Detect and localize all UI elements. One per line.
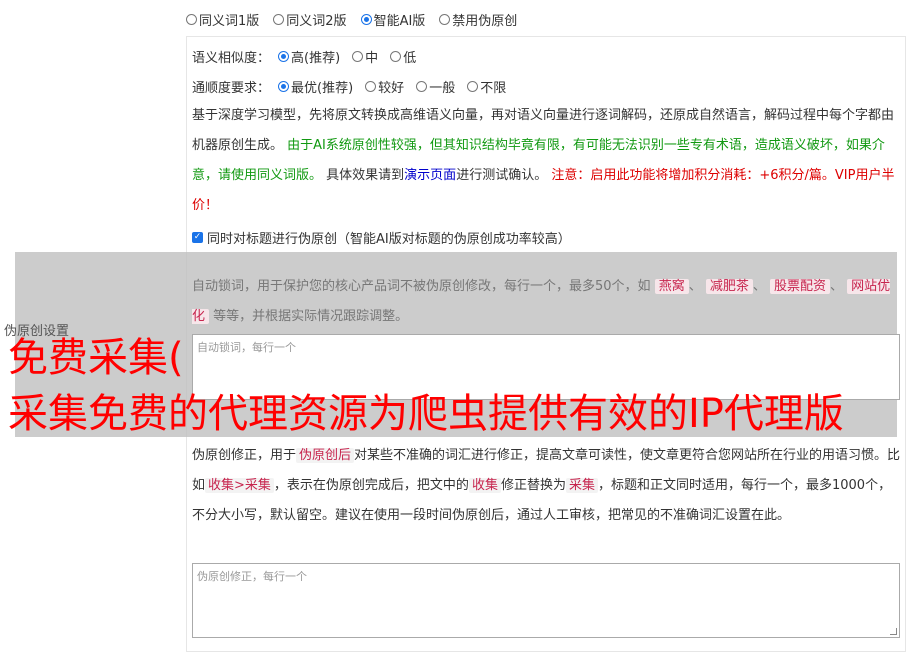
version-option-label: 同义词2版 <box>286 14 347 29</box>
similarity-label: 语义相似度： <box>192 51 271 66</box>
version-option-ai[interactable]: 智能AI版 <box>360 10 426 29</box>
correction-text: 修正替换为 <box>500 478 566 493</box>
fluency-option-normal[interactable]: 一般 <box>416 77 455 96</box>
correction-placeholder: 伪原创修正，每行一个 <box>197 570 307 583</box>
lock-words-text: 等等，并根据实际情况跟踪调整。 <box>213 309 409 324</box>
resize-handle-icon[interactable] <box>890 628 897 635</box>
demo-page-link[interactable]: 演示页面 <box>404 168 456 183</box>
lock-words-text: 自动锁词，用于保护您的核心产品词不被伪原创修改，每行一个，最多50个，如 <box>192 279 651 294</box>
code-tag: 采集 <box>565 478 598 493</box>
similarity-option-low[interactable]: 低 <box>390 47 416 66</box>
example-tag: 减肥茶 <box>705 279 753 294</box>
correction-text: 伪原创修正，用于 <box>192 448 297 463</box>
version-option-label: 智能AI版 <box>373 14 426 29</box>
version-option-synonym-2[interactable]: 同义词2版 <box>273 10 347 29</box>
correction-text: ，表示在伪原创完成后，把文中的 <box>273 478 469 493</box>
radio-selected-icon[interactable] <box>278 51 290 62</box>
radio-selected-icon[interactable] <box>278 81 290 92</box>
description-text: 具体效果请到 <box>326 168 405 183</box>
correction-input[interactable]: 伪原创修正，每行一个 <box>192 563 900 638</box>
option-label: 中 <box>365 51 379 66</box>
radio-icon[interactable] <box>467 81 479 92</box>
version-option-label: 同义词1版 <box>199 14 260 29</box>
radio-icon[interactable] <box>390 51 402 62</box>
fluency-label: 通顺度要求： <box>192 81 271 96</box>
radio-selected-icon[interactable] <box>360 14 372 25</box>
description-text: 进行测试确认。 <box>456 168 548 183</box>
fluency-option-good[interactable]: 较好 <box>365 77 404 96</box>
option-label: 最优(推荐) <box>291 81 354 96</box>
radio-icon[interactable] <box>365 81 377 92</box>
version-option-disable[interactable]: 禁用伪原创 <box>439 10 517 29</box>
option-label: 高(推荐) <box>291 51 341 66</box>
similarity-option-high[interactable]: 高(推荐) <box>278 47 340 66</box>
example-tag: 股票配资 <box>770 279 831 294</box>
option-label: 一般 <box>429 81 456 96</box>
version-option-synonym-1[interactable]: 同义词1版 <box>186 10 259 29</box>
example-tag: 燕窝 <box>654 279 689 294</box>
version-option-label: 禁用伪原创 <box>452 14 518 29</box>
ai-description: 基于深度学习模型，先将原文转换成高维语义向量，再对语义向量进行逐词解码，还原成自… <box>192 101 902 221</box>
fluency-option-best[interactable]: 最优(推荐) <box>278 77 353 96</box>
option-label: 较好 <box>378 81 405 96</box>
lock-words-description: 自动锁词，用于保护您的核心产品词不被伪原创修改，每行一个，最多50个，如 燕窝、… <box>192 279 891 324</box>
fluency-row: 通顺度要求： 最优(推荐) 较好 一般 不限 <box>192 77 506 96</box>
code-tag: 收集 <box>468 478 501 493</box>
radio-icon[interactable] <box>416 81 428 92</box>
radio-icon[interactable] <box>439 14 451 25</box>
similarity-option-medium[interactable]: 中 <box>352 47 378 66</box>
radio-icon[interactable] <box>273 14 285 25</box>
overlay-title-line1: 免费采集( <box>8 335 184 381</box>
lock-words-placeholder: 自动锁词，每行一个 <box>197 341 296 354</box>
checkbox-checked-icon[interactable]: ✓ <box>192 232 203 243</box>
title-checkbox-row[interactable]: ✓ 同时对标题进行伪原创（智能AI版对标题的伪原创成功率较高） <box>192 228 571 247</box>
title-checkbox-label: 同时对标题进行伪原创（智能AI版对标题的伪原创成功率较高） <box>207 232 571 247</box>
option-label: 不限 <box>480 81 507 96</box>
similarity-row: 语义相似度： 高(推荐) 中 低 <box>192 47 416 66</box>
fluency-option-unlimited[interactable]: 不限 <box>467 77 506 96</box>
option-label: 低 <box>403 51 417 66</box>
code-tag: 伪原创后 <box>296 448 355 463</box>
correction-description: 伪原创修正，用于 伪原创后 对某些不准确的词汇进行修正，提高文章可读性，使文章更符合… <box>192 441 902 531</box>
radio-icon[interactable] <box>352 51 364 62</box>
code-tag: 收集>采集 <box>205 478 274 493</box>
overlay-title-line2: 采集免费的代理资源为爬虫提供有效的IP代理版 <box>8 391 844 437</box>
version-options: 同义词1版 同义词2版 智能AI版 禁用伪原创 <box>186 10 517 29</box>
radio-icon[interactable] <box>186 14 197 25</box>
